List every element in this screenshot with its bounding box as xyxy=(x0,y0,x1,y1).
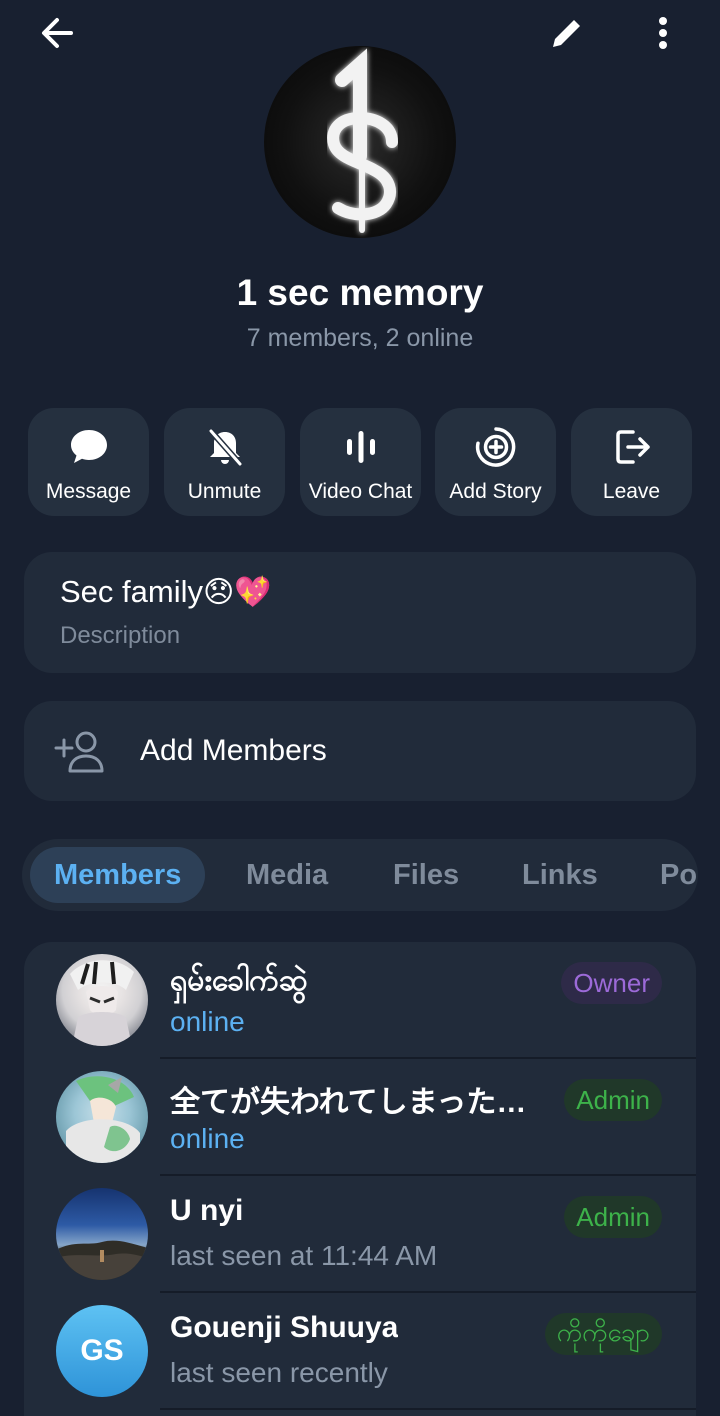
tab-members[interactable]: Members xyxy=(30,847,206,903)
avatar: GS xyxy=(56,1305,148,1397)
dollar-logo-image xyxy=(327,48,398,233)
avatar-initials: GS xyxy=(80,1334,124,1367)
description-card[interactable]: Sec family 😞 💖 Description xyxy=(24,552,696,673)
admin-badge: Admin xyxy=(564,1079,662,1121)
custom-title-badge: ကိုကိုချော xyxy=(544,1313,662,1355)
leave-icon xyxy=(615,430,650,464)
chat-bubble-icon xyxy=(70,430,107,463)
more-options-button[interactable] xyxy=(636,10,690,56)
add-story-label: Add Story xyxy=(449,480,542,503)
member-status: last seen recently xyxy=(170,1357,388,1388)
description-label: Description xyxy=(60,622,181,649)
member-row[interactable]: U nyi last seen at 11:44 AM Admin xyxy=(24,1176,696,1293)
member-name: ရှမ်းခေါက်ဆွဲ xyxy=(170,964,308,997)
tab-media[interactable]: Media xyxy=(246,839,328,911)
member-row[interactable]: ရှမ်းခေါက်ဆွဲ online Owner xyxy=(24,942,696,1059)
owner-badge: Owner xyxy=(561,962,662,1004)
message-button[interactable]: Message xyxy=(28,408,149,516)
leave-label: Leave xyxy=(602,480,661,503)
description-text: Sec family xyxy=(60,574,203,609)
disappointed-emoji: 😞 xyxy=(202,575,235,609)
bell-off-icon xyxy=(208,429,242,466)
members-list: ရှမ်းခေါက်ဆွဲ online Owner 全てが失われてしまった… … xyxy=(24,942,696,1416)
member-name: Gouenji Shuuya xyxy=(170,1311,399,1344)
group-subtitle: 7 members, 2 online xyxy=(246,324,474,352)
tab-polls[interactable]: Po xyxy=(660,839,697,911)
add-user-icon xyxy=(54,731,104,773)
video-chat-button[interactable]: Video Chat xyxy=(300,408,421,516)
member-status: online xyxy=(170,1123,245,1154)
more-vertical-icon xyxy=(659,17,667,49)
tab-files[interactable]: Files xyxy=(393,839,459,911)
pencil-icon xyxy=(553,17,583,47)
add-members-label: Add Members xyxy=(140,734,327,767)
back-button[interactable] xyxy=(30,10,84,56)
tab-links[interactable]: Links xyxy=(522,839,598,911)
avatar-image xyxy=(70,960,134,1046)
member-row[interactable]: 全てが失われてしまった… online Admin xyxy=(24,1059,696,1176)
unmute-label: Unmute xyxy=(187,480,262,503)
member-status: last seen at 11:44 AM xyxy=(170,1240,438,1271)
member-row[interactable]: GS Gouenji Shuuya last seen recently ကို… xyxy=(24,1293,696,1410)
message-label: Message xyxy=(45,480,132,503)
avatar xyxy=(56,1188,148,1280)
group-title: 1 sec memory xyxy=(236,272,484,313)
video-chat-label: Video Chat xyxy=(308,480,413,503)
sparkling-heart-emoji: 💖 xyxy=(234,575,272,609)
member-name: U nyi xyxy=(170,1194,244,1227)
voice-bars-icon xyxy=(346,431,375,463)
add-story-button[interactable]: Add Story xyxy=(435,408,556,516)
arrow-left-icon xyxy=(42,18,73,48)
avatar-image xyxy=(66,1076,140,1163)
avatar xyxy=(56,954,148,1046)
avatar xyxy=(56,1071,148,1163)
avatar-image xyxy=(56,1240,148,1280)
admin-badge: Admin xyxy=(564,1196,662,1238)
edit-button[interactable] xyxy=(540,10,594,56)
profile-tabs: Members Media Files Links Po xyxy=(22,839,698,911)
description-text-row: Sec family 😞 💖 xyxy=(60,574,272,610)
group-avatar[interactable] xyxy=(264,46,456,238)
member-status: online xyxy=(170,1006,245,1037)
divider xyxy=(160,1408,696,1410)
leave-button[interactable]: Leave xyxy=(571,408,692,516)
add-story-icon xyxy=(475,427,515,467)
member-name: 全てが失われてしまった… xyxy=(170,1086,527,1119)
add-members-button[interactable]: Add Members xyxy=(24,701,696,801)
unmute-button[interactable]: Unmute xyxy=(164,408,285,516)
